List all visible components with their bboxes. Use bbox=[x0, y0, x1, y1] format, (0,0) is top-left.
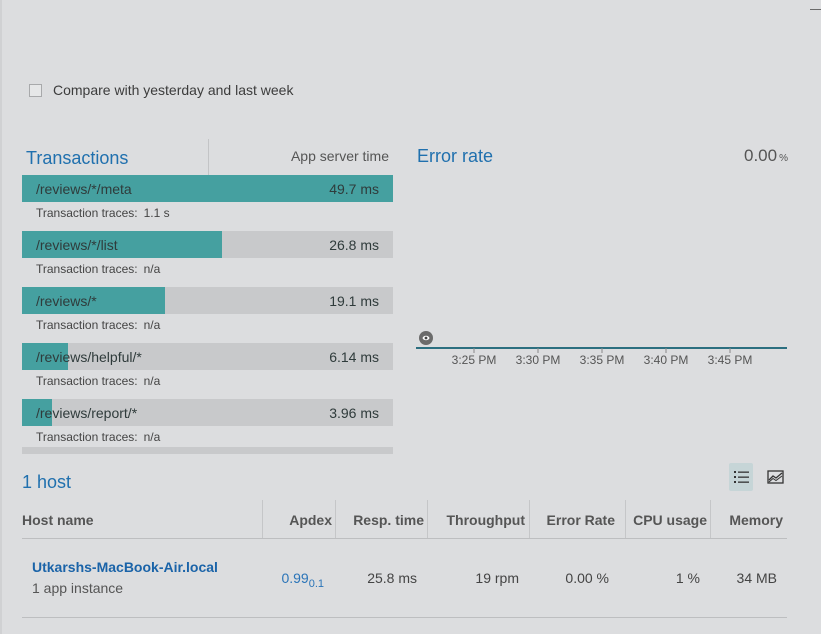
app-server-time-column: App server time bbox=[290, 148, 389, 164]
x-tick-label: 3:35 PM bbox=[580, 353, 625, 367]
column-separator bbox=[335, 500, 336, 538]
traces-value: n/a bbox=[143, 374, 161, 388]
traces-value: n/a bbox=[143, 318, 161, 332]
host-count: 1 host bbox=[22, 472, 72, 492]
hosts-table: Host name Apdex Resp. time Throughput Er… bbox=[22, 500, 787, 618]
host-name-link[interactable]: Utkarshs-MacBook-Air.local bbox=[32, 559, 218, 575]
traces-value[interactable]: 1.1 s bbox=[144, 206, 170, 220]
traces-label: Transaction traces: bbox=[36, 206, 138, 220]
corner-mark bbox=[810, 9, 821, 10]
transaction-row[interactable]: /reviews/*/meta 49.7 ms Transaction trac… bbox=[22, 175, 393, 231]
traces-label: Transaction traces: bbox=[36, 262, 138, 276]
transaction-traces: Transaction traces: n/a bbox=[36, 430, 160, 444]
x-tick-label: 3:40 PM bbox=[644, 353, 689, 367]
column-separator bbox=[625, 500, 626, 538]
transaction-time: 6.14 ms bbox=[329, 349, 379, 365]
transactions-footer-bar bbox=[22, 447, 393, 454]
col-host-name[interactable]: Host name bbox=[22, 512, 94, 528]
compare-toggle[interactable]: Compare with yesterday and last week bbox=[29, 82, 293, 98]
traces-label: Transaction traces: bbox=[36, 318, 138, 332]
apdex-threshold: 0.1 bbox=[308, 578, 324, 590]
compare-label: Compare with yesterday and last week bbox=[53, 82, 294, 98]
column-separator bbox=[529, 500, 530, 538]
panel-left-border bbox=[0, 0, 2, 634]
traces-label: Transaction traces: bbox=[36, 430, 138, 444]
traces-value: n/a bbox=[143, 430, 161, 444]
error-rate-cell: 0.00 % bbox=[565, 570, 609, 586]
x-tick-label: 3:30 PM bbox=[516, 353, 561, 367]
host-row: Utkarshs-MacBook-Air.local 1 app instanc… bbox=[22, 539, 787, 618]
transaction-row[interactable]: /reviews/*/list 26.8 ms Transaction trac… bbox=[22, 231, 393, 287]
transaction-traces: Transaction traces: n/a bbox=[36, 262, 160, 276]
resp-time-value: 25.8 ms bbox=[367, 570, 417, 586]
col-apdex[interactable]: Apdex bbox=[289, 512, 332, 528]
apdex-score[interactable]: 0.990.1 bbox=[281, 570, 324, 590]
transaction-row[interactable]: /reviews/* 19.1 ms Transaction traces: n/… bbox=[22, 287, 393, 343]
transactions-header: Transactions App server time bbox=[22, 137, 393, 175]
list-view-button[interactable] bbox=[729, 463, 753, 491]
col-error-rate[interactable]: Error Rate bbox=[547, 512, 615, 528]
column-separator bbox=[262, 500, 263, 538]
col-throughput[interactable]: Throughput bbox=[446, 512, 525, 528]
column-separator bbox=[427, 500, 428, 538]
apdex-value: 0.99 bbox=[281, 570, 309, 586]
transaction-name[interactable]: /reviews/* bbox=[36, 293, 97, 309]
error-rate-chart[interactable]: 3:25 PM 3:30 PM 3:35 PM 3:40 PM 3:45 PM bbox=[410, 320, 790, 372]
host-app-instances: 1 app instance bbox=[32, 580, 124, 596]
compare-checkbox[interactable] bbox=[29, 83, 42, 97]
throughput-value: 19 rpm bbox=[475, 570, 519, 586]
error-rate-title[interactable]: Error rate bbox=[417, 146, 493, 167]
header-divider bbox=[208, 139, 209, 175]
error-rate-value: 0.00% bbox=[690, 146, 788, 166]
transaction-traces: Transaction traces: 1.1 s bbox=[36, 206, 170, 220]
chart-view-icon bbox=[767, 470, 784, 484]
transaction-row[interactable]: /reviews/helpful/* 6.14 ms Transaction t… bbox=[22, 343, 393, 399]
error-rate-number: 0.00 bbox=[744, 146, 778, 165]
traces-label: Transaction traces: bbox=[36, 374, 138, 388]
transaction-traces: Transaction traces: n/a bbox=[36, 318, 160, 332]
transaction-name[interactable]: /reviews/helpful/* bbox=[36, 349, 142, 365]
transaction-name[interactable]: /reviews/report/* bbox=[36, 405, 137, 421]
col-cpu-usage[interactable]: CPU usage bbox=[633, 512, 707, 528]
transaction-time: 26.8 ms bbox=[329, 237, 379, 253]
x-tick-label: 3:25 PM bbox=[452, 353, 497, 367]
cpu-usage-value: 1 % bbox=[675, 570, 700, 586]
col-memory[interactable]: Memory bbox=[729, 512, 783, 528]
chart-view-button[interactable] bbox=[764, 465, 788, 489]
transaction-time: 3.96 ms bbox=[329, 405, 379, 421]
transaction-time: 19.1 ms bbox=[329, 293, 379, 309]
column-separator bbox=[710, 500, 711, 538]
traces-value: n/a bbox=[143, 262, 161, 276]
hosts-table-header: Host name Apdex Resp. time Throughput Er… bbox=[22, 500, 787, 539]
transaction-time: 49.7 ms bbox=[329, 181, 379, 197]
transaction-name[interactable]: /reviews/*/meta bbox=[36, 181, 132, 197]
transaction-name[interactable]: /reviews/*/list bbox=[36, 237, 118, 253]
x-tick-label: 3:45 PM bbox=[708, 353, 753, 367]
error-rate-unit: % bbox=[779, 153, 788, 164]
list-view-icon bbox=[734, 471, 749, 483]
col-resp-time[interactable]: Resp. time bbox=[353, 512, 424, 528]
transaction-traces: Transaction traces: n/a bbox=[36, 374, 160, 388]
deployment-marker-dot bbox=[424, 336, 428, 340]
transactions-title[interactable]: Transactions bbox=[26, 148, 128, 169]
memory-value: 34 MB bbox=[736, 570, 777, 586]
